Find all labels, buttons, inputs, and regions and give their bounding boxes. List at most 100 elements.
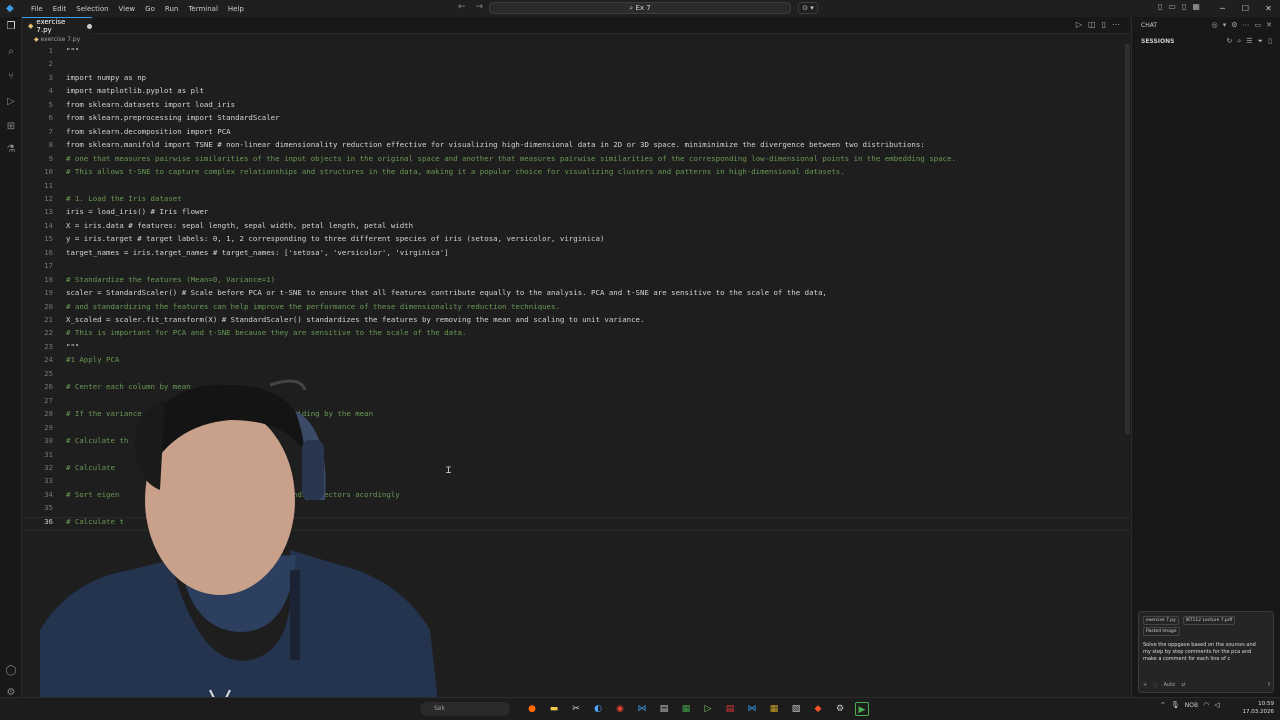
collapse-icon[interactable]: ▯ bbox=[1268, 37, 1272, 46]
terminal-icon[interactable]: ▶ bbox=[855, 702, 869, 716]
code-line[interactable]: 21 X_scaled = scaler.fit_transform(X) # S… bbox=[22, 313, 1122, 326]
code-line[interactable]: 10 # This allows t-SNE to capture complex… bbox=[22, 165, 1122, 178]
toggle-panel-icon[interactable]: ▯ bbox=[1102, 20, 1106, 29]
close-panel-icon[interactable]: ✕ bbox=[1266, 21, 1272, 29]
tray-chevron-icon[interactable]: ⌃ bbox=[1160, 701, 1166, 709]
code-line[interactable]: 7 from sklearn.decomposition import PCA bbox=[22, 125, 1122, 138]
add-context-icon[interactable]: + bbox=[1143, 682, 1147, 688]
maximize-panel-icon[interactable]: ▭ bbox=[1255, 21, 1262, 29]
chat-input-box[interactable]: exercise 7.py IKT112 Lecture 7.pdf Paste… bbox=[1138, 611, 1274, 693]
context-chip-image[interactable]: Pasted Image bbox=[1143, 627, 1180, 636]
tools-icon[interactable]: ◌ bbox=[1153, 682, 1157, 688]
checklist-icon[interactable]: ☰ bbox=[1246, 37, 1252, 46]
code-line[interactable]: 18 # Standardize the features (Mean=0, Va… bbox=[22, 273, 1122, 286]
testing-icon[interactable]: ⚗ bbox=[5, 144, 17, 156]
snipping-tool-icon[interactable]: ✂ bbox=[569, 702, 583, 716]
search-view-icon[interactable]: ⌕ bbox=[5, 46, 17, 58]
filter-icon[interactable]: ⏷ bbox=[1258, 37, 1264, 46]
edge-icon[interactable]: ◐ bbox=[591, 702, 605, 716]
code-line[interactable]: 24 #1 Apply PCA bbox=[22, 353, 1122, 366]
file-explorer-icon[interactable]: ▬ bbox=[547, 702, 561, 716]
code-line[interactable]: 5 from sklearn.datasets import load_iris bbox=[22, 98, 1122, 111]
context-chip-file[interactable]: exercise 7.py bbox=[1143, 616, 1179, 625]
more-actions-icon[interactable]: ⋯ bbox=[1112, 20, 1120, 29]
context-chip-pdf[interactable]: IKT112 Lecture 7.pdf bbox=[1182, 616, 1236, 625]
settings-icon[interactable]: ⚙ bbox=[833, 702, 847, 716]
play-icon[interactable]: ▷ bbox=[701, 702, 715, 716]
layout-secondary-icon[interactable]: ▯ bbox=[1182, 2, 1186, 11]
split-editor-icon[interactable]: ◫ bbox=[1088, 20, 1096, 29]
chevron-down-icon[interactable]: ▾ bbox=[1223, 21, 1227, 29]
menu-file[interactable]: File bbox=[26, 5, 48, 13]
menu-terminal[interactable]: Terminal bbox=[183, 5, 223, 13]
menu-run[interactable]: Run bbox=[160, 5, 183, 13]
brave-icon[interactable]: ◆ bbox=[811, 702, 825, 716]
vscode-alt-icon[interactable]: ⋈ bbox=[635, 702, 649, 716]
configure-icon[interactable]: ⇄ bbox=[1181, 682, 1185, 688]
mode-select[interactable]: Auto bbox=[1164, 682, 1176, 688]
source-control-icon[interactable]: ⑂ bbox=[5, 71, 17, 83]
volume-icon[interactable]: ◁ bbox=[1214, 701, 1219, 709]
chat-input-text[interactable]: Solve the oppgave based on the sources a… bbox=[1143, 642, 1261, 663]
extensions-icon[interactable]: ⊞ bbox=[5, 121, 17, 133]
editor-scrollbar[interactable] bbox=[1125, 44, 1130, 434]
unsaved-dot-icon[interactable] bbox=[87, 23, 92, 29]
layout-customize-icon[interactable]: ▦ bbox=[1192, 2, 1200, 11]
layout-panel-icon[interactable]: ▭ bbox=[1168, 2, 1176, 11]
vscode-taskbar-icon[interactable]: ⋈ bbox=[745, 702, 759, 716]
language-indicator[interactable]: NOB bbox=[1185, 702, 1198, 709]
code-line[interactable]: 2 bbox=[22, 57, 1122, 70]
menu-edit[interactable]: Edit bbox=[48, 5, 72, 13]
code-line[interactable]: 1 """ bbox=[22, 44, 1122, 57]
send-icon[interactable]: ↑ bbox=[1267, 682, 1271, 688]
code-line[interactable]: 12 # 1. Load the Iris dataset bbox=[22, 192, 1122, 205]
copilot-button[interactable]: ⊙ ▾ bbox=[798, 2, 818, 14]
close-icon[interactable]: ✕ bbox=[1257, 0, 1280, 17]
menu-go[interactable]: Go bbox=[140, 5, 160, 13]
notes-icon[interactable]: ▤ bbox=[657, 702, 671, 716]
code-line[interactable]: 13 iris = load_iris() # Iris flower bbox=[22, 205, 1122, 218]
code-line[interactable]: 16 target_names = iris.target_names # tar… bbox=[22, 246, 1122, 259]
code-line[interactable]: 23 """ bbox=[22, 340, 1122, 353]
excel-icon[interactable]: ▦ bbox=[679, 702, 693, 716]
tab-exercise-7[interactable]: ◆ exercise 7.py bbox=[22, 17, 92, 34]
code-line[interactable]: 20 # and standardizing the features can h… bbox=[22, 300, 1122, 313]
code-line[interactable]: 15 y = iris.target # target labels: 0, 1,… bbox=[22, 232, 1122, 245]
code-line[interactable]: 22 # This is important for PCA and t-SNE … bbox=[22, 326, 1122, 339]
code-line[interactable]: 4 import matplotlib.pyplot as plt bbox=[22, 84, 1122, 97]
forward-arrow-icon[interactable]: → bbox=[476, 2, 484, 12]
wifi-icon[interactable]: ◠ bbox=[1203, 701, 1209, 709]
new-chat-icon[interactable]: ◎ bbox=[1212, 21, 1218, 29]
gear-icon[interactable]: ⚙ bbox=[1231, 21, 1237, 29]
code-line[interactable]: 14 X = iris.data # features: sepal length… bbox=[22, 219, 1122, 232]
search-icon[interactable]: ⌕ bbox=[1237, 37, 1241, 46]
code-line[interactable]: 11 bbox=[22, 179, 1122, 192]
taskbar-search[interactable]: Søk bbox=[420, 702, 510, 716]
code-line[interactable]: 17 bbox=[22, 259, 1122, 272]
recorder-icon[interactable]: ▤ bbox=[723, 702, 737, 716]
refresh-icon[interactable]: ↻ bbox=[1226, 37, 1232, 46]
explorer-icon[interactable]: ❐ bbox=[5, 21, 17, 33]
more-icon[interactable]: ⋯ bbox=[1243, 21, 1250, 29]
microphone-icon[interactable]: 🎙 bbox=[1171, 701, 1180, 709]
code-line[interactable]: 8 from sklearn.manifold import TSNE # non… bbox=[22, 138, 1122, 151]
chrome-icon[interactable]: ◉ bbox=[613, 702, 627, 716]
maximize-icon[interactable]: ☐ bbox=[1234, 0, 1257, 17]
run-file-icon[interactable]: ▷ bbox=[1076, 20, 1082, 29]
archive-icon[interactable]: ▦ bbox=[767, 702, 781, 716]
account-icon[interactable]: ◯ bbox=[5, 665, 17, 677]
menu-view[interactable]: View bbox=[114, 5, 141, 13]
code-line[interactable]: 3 import numpy as np bbox=[22, 71, 1122, 84]
menu-selection[interactable]: Selection bbox=[71, 5, 113, 13]
layout-sidebar-icon[interactable]: ▯ bbox=[1158, 2, 1162, 11]
code-line[interactable]: 9 # one that measures pairwise similariti… bbox=[22, 152, 1122, 165]
firefox-icon[interactable]: ● bbox=[525, 702, 539, 716]
run-debug-icon[interactable]: ▷ bbox=[5, 96, 17, 108]
minimize-icon[interactable]: ─ bbox=[1211, 0, 1234, 17]
menu-help[interactable]: Help bbox=[223, 5, 249, 13]
code-line[interactable]: 6 from sklearn.preprocessing import Stand… bbox=[22, 111, 1122, 124]
back-arrow-icon[interactable]: ← bbox=[458, 2, 466, 12]
clock[interactable]: 10:59 17.03.2026 bbox=[1243, 700, 1275, 716]
code-line[interactable]: 19 scaler = StandardScaler() # Scale befo… bbox=[22, 286, 1122, 299]
command-center-search[interactable]: ⌕ Ex 7 bbox=[489, 2, 791, 14]
